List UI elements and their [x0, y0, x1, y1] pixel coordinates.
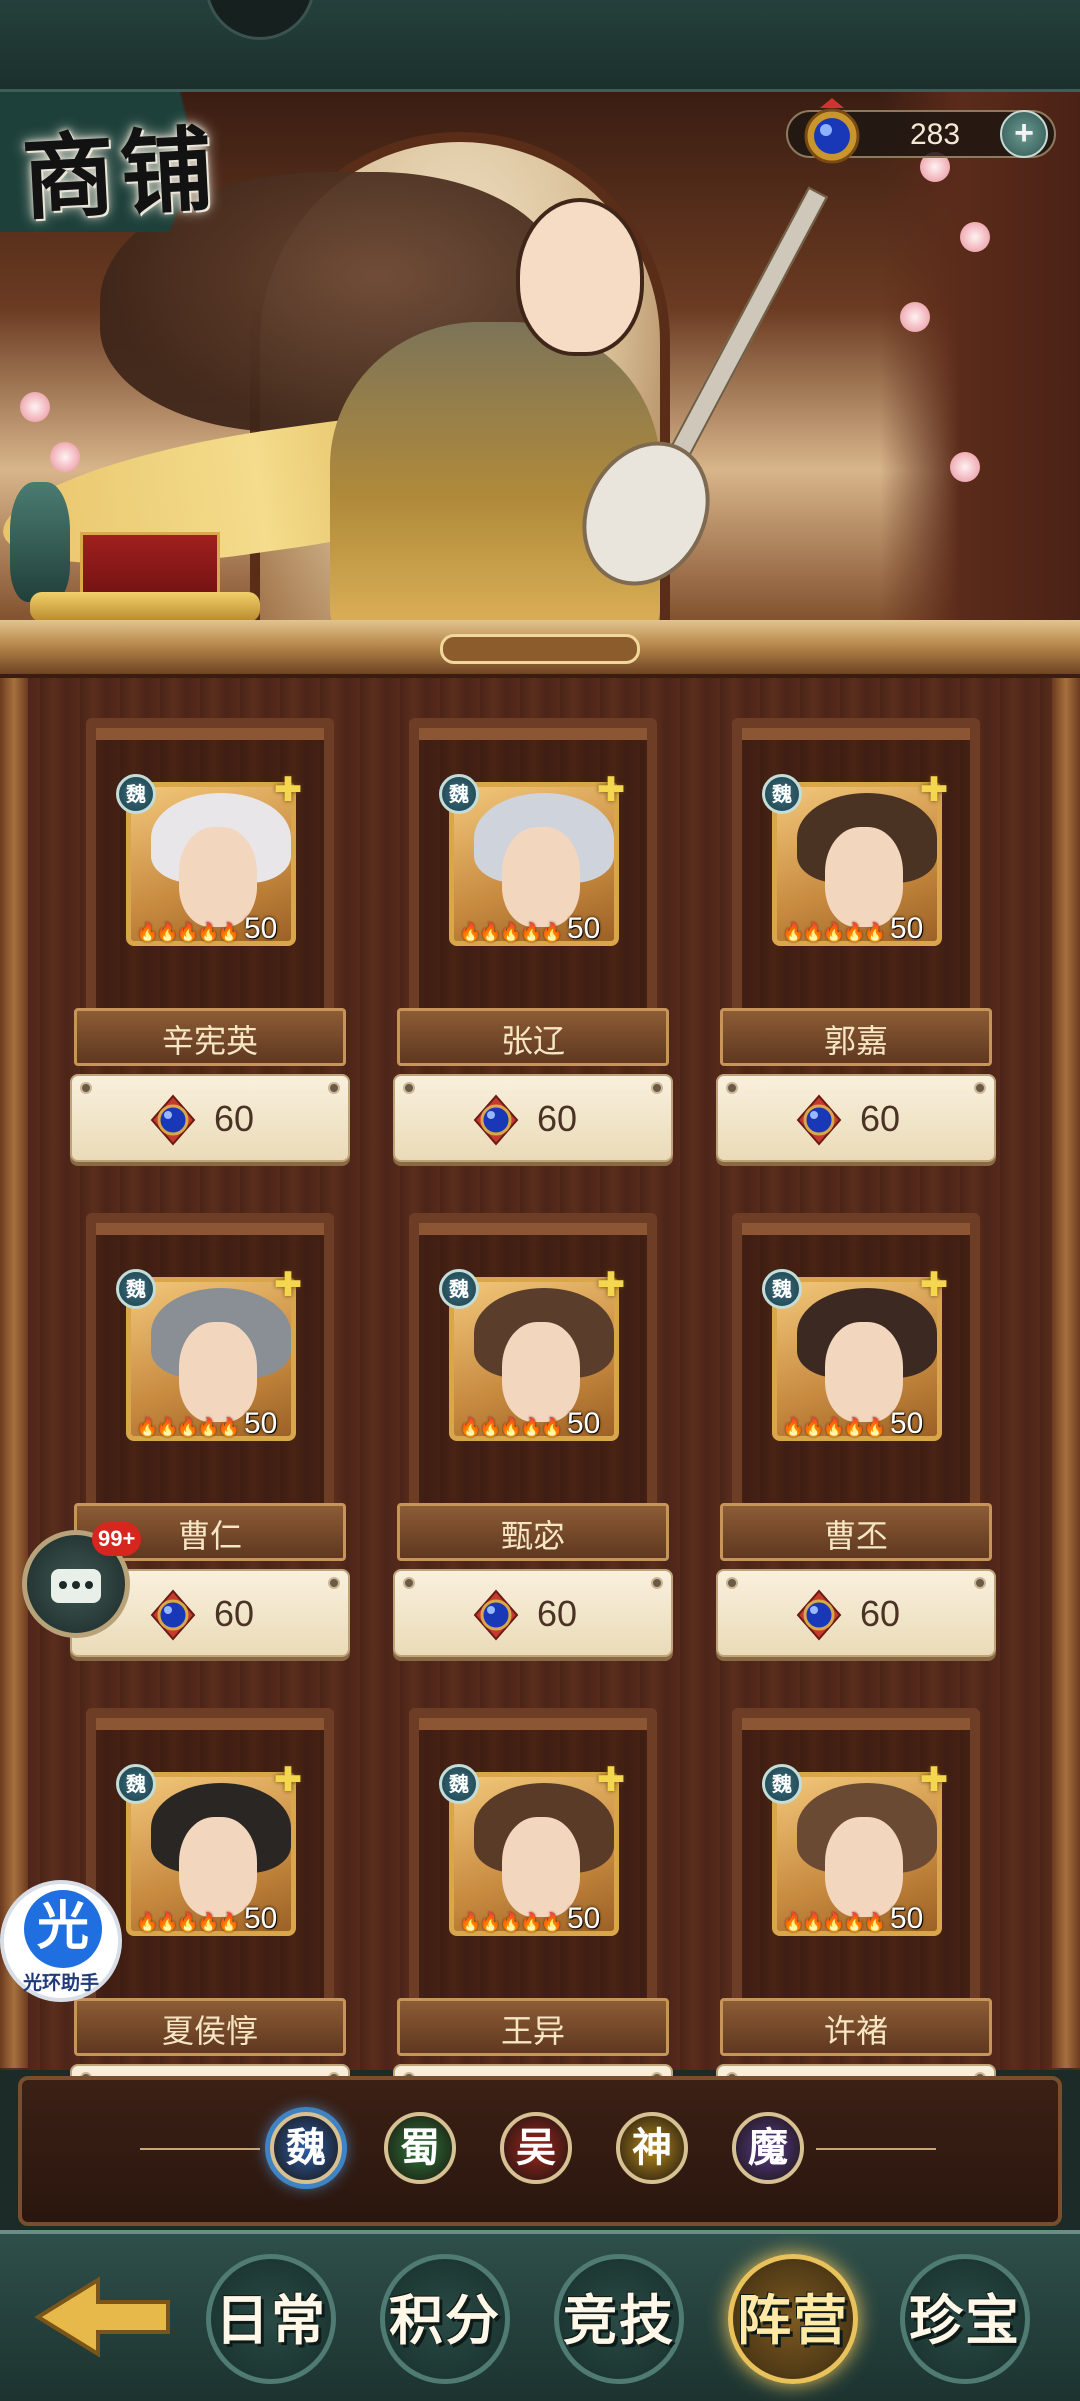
flame-star-icon: 🔥🔥🔥🔥🔥 — [782, 922, 886, 943]
hero-card[interactable]: 魏 ✚ 🔥🔥🔥🔥🔥 50 曹丕 60 — [710, 1213, 1002, 1683]
hero-level: 50 — [890, 912, 924, 945]
blue-gem-icon — [796, 1094, 842, 1146]
hero-name: 张辽 — [500, 1022, 565, 1060]
hero-name: 甄宓 — [500, 1517, 565, 1555]
chat-unread-badge: 99+ — [92, 1522, 142, 1556]
tab-label: 日常 — [215, 2288, 327, 2352]
tab-3[interactable]: 竞技 — [544, 2246, 694, 2386]
hero-price: 60 — [860, 1098, 901, 1139]
flame-star-icon: 🔥🔥🔥🔥🔥 — [459, 1417, 563, 1438]
puzzle-piece-icon: ✚ — [273, 1760, 303, 1800]
flame-star-icon: 🔥🔥🔥🔥🔥 — [136, 1417, 240, 1438]
faction-badge: 魏 — [116, 1269, 156, 1309]
flame-star-icon: 🔥🔥🔥🔥🔥 — [782, 1912, 886, 1933]
hero-name: 曹丕 — [823, 1517, 888, 1555]
faction-filter-2[interactable]: 蜀 — [384, 2112, 456, 2184]
faction-badge: 魏 — [116, 1764, 156, 1804]
puzzle-piece-icon: ✚ — [273, 1265, 303, 1305]
hero-name: 王异 — [500, 2012, 565, 2050]
tab-2[interactable]: 积分 — [370, 2246, 520, 2386]
assistant-label: 光环助手 — [22, 1972, 99, 1994]
faction-badge: 魏 — [762, 1764, 802, 1804]
price-button[interactable] — [716, 1074, 996, 1162]
puzzle-piece-icon: ✚ — [596, 1760, 626, 1800]
hero-level: 50 — [244, 1407, 278, 1440]
faction-filter-5[interactable]: 魔 — [732, 2112, 804, 2184]
price-button[interactable] — [393, 1074, 673, 1162]
hero-level: 50 — [890, 1902, 924, 1935]
blue-gem-icon — [804, 98, 860, 164]
hero-card[interactable]: 魏 ✚ 🔥🔥🔥🔥🔥 50 郭嘉 60 — [710, 718, 1002, 1188]
assistant-widget[interactable]: 光 光环助手 — [0, 1880, 122, 2002]
hero-price: 60 — [214, 1098, 255, 1139]
price-button[interactable] — [393, 1569, 673, 1657]
hero-price: 60 — [537, 1593, 578, 1634]
divider — [816, 2148, 936, 2150]
board-top-trim — [0, 620, 1080, 678]
hero-card[interactable]: 魏 ✚ 🔥🔥🔥🔥🔥 50 辛宪英 60 — [64, 718, 356, 1188]
tab-label: 积分 — [389, 2288, 501, 2352]
blue-gem-icon — [150, 1589, 196, 1641]
faction-badge: 魏 — [762, 774, 802, 814]
faction-badge: 魏 — [439, 774, 479, 814]
hero-name: 夏侯惇 — [161, 2012, 258, 2050]
tab-1[interactable]: 日常 — [196, 2246, 346, 2386]
faction-filter-4[interactable]: 神 — [616, 2112, 688, 2184]
blue-gem-icon — [473, 1589, 519, 1641]
puzzle-piece-icon: ✚ — [273, 770, 303, 810]
hero-name: 郭嘉 — [823, 1022, 888, 1060]
flame-star-icon: 🔥🔥🔥🔥🔥 — [459, 1912, 563, 1933]
faction-badge: 魏 — [439, 1764, 479, 1804]
price-button[interactable] — [716, 1569, 996, 1657]
puzzle-piece-icon: ✚ — [919, 770, 949, 810]
faction-filter-1[interactable]: 魏 — [270, 2112, 342, 2184]
assistant-icon: 光 — [24, 1890, 102, 1968]
tab-label: 珍宝 — [909, 2288, 1021, 2352]
hero-card[interactable]: 魏 ✚ 🔥🔥🔥🔥🔥 50 甄宓 60 — [387, 1213, 679, 1683]
faction-badge: 魏 — [116, 774, 156, 814]
hero-level: 50 — [567, 1407, 601, 1440]
top-bar — [0, 0, 1080, 92]
hero-price: 60 — [860, 1593, 901, 1634]
board-left-post — [0, 678, 28, 2068]
puzzle-piece-icon: ✚ — [596, 1265, 626, 1305]
price-button[interactable] — [70, 1074, 350, 1162]
hero-level: 50 — [244, 912, 278, 945]
blue-gem-icon — [796, 1589, 842, 1641]
hero-price: 60 — [214, 1593, 255, 1634]
page-title: 商铺 — [19, 114, 222, 234]
tab-label: 竞技 — [563, 2288, 675, 2352]
hero-level: 50 — [567, 1902, 601, 1935]
hero-level: 50 — [567, 912, 601, 945]
hero-name: 许褚 — [823, 2012, 888, 2050]
flame-star-icon: 🔥🔥🔥🔥🔥 — [136, 1912, 240, 1933]
tab-5[interactable]: 珍宝 — [890, 2246, 1040, 2386]
back-arrow-icon[interactable] — [28, 2272, 178, 2362]
tab-label: 阵营 — [737, 2288, 849, 2352]
hero-level: 50 — [890, 1407, 924, 1440]
faction-badge: 魏 — [439, 1269, 479, 1309]
puzzle-piece-icon: ✚ — [919, 1265, 949, 1305]
puzzle-piece-icon: ✚ — [596, 770, 626, 810]
flame-star-icon: 🔥🔥🔥🔥🔥 — [782, 1417, 886, 1438]
divider — [140, 2148, 260, 2150]
puzzle-piece-icon: ✚ — [919, 1760, 949, 1800]
faction-filter-3[interactable]: 吴 — [500, 2112, 572, 2184]
hero-price: 60 — [537, 1098, 578, 1139]
flame-star-icon: 🔥🔥🔥🔥🔥 — [136, 922, 240, 943]
faction-badge: 魏 — [762, 1269, 802, 1309]
board-right-post — [1052, 678, 1080, 2068]
add-currency-button[interactable]: + — [1000, 110, 1048, 158]
blue-gem-icon — [150, 1094, 196, 1146]
hero-name: 辛宪英 — [161, 1022, 258, 1060]
flame-star-icon: 🔥🔥🔥🔥🔥 — [459, 922, 563, 943]
tab-4[interactable]: 阵营 — [718, 2246, 868, 2386]
hero-level: 50 — [244, 1902, 278, 1935]
hero-card[interactable]: 魏 ✚ 🔥🔥🔥🔥🔥 50 张辽 60 — [387, 718, 679, 1188]
blue-gem-icon — [473, 1094, 519, 1146]
currency-value: 283 — [909, 118, 961, 151]
